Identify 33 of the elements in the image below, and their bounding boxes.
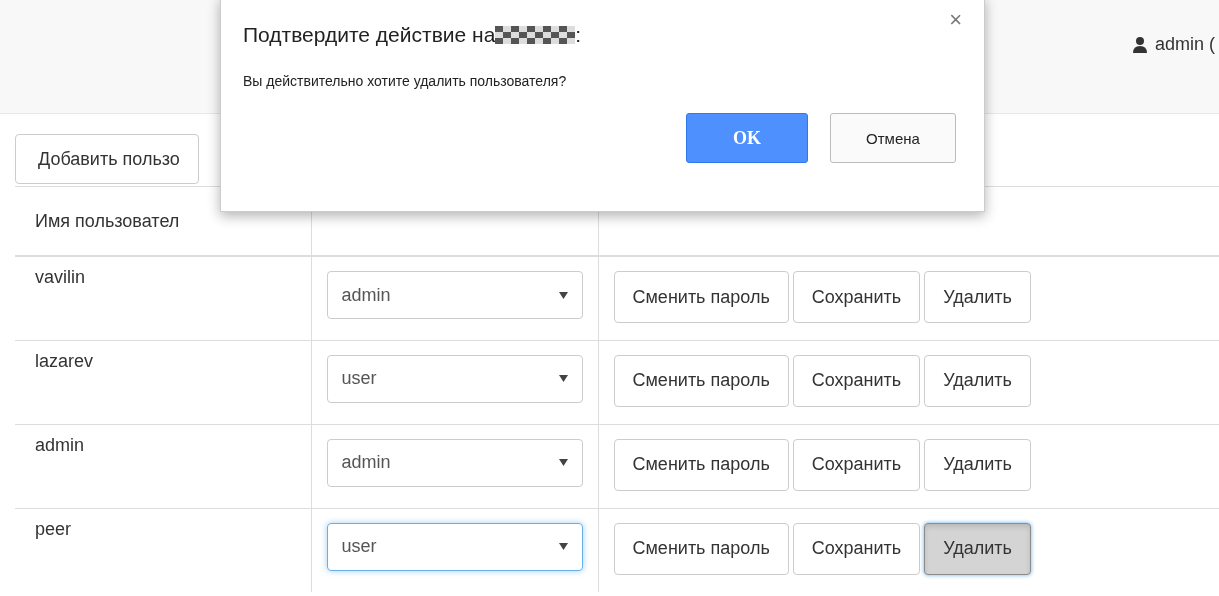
dropdown-caret-icon [558, 375, 568, 382]
action-button[interactable]: Удалить [924, 522, 1031, 575]
user-name-cell: peer [35, 518, 72, 539]
dropdown-caret-icon [558, 543, 568, 550]
dropdown-caret-icon [558, 459, 568, 466]
user-icon [1132, 36, 1147, 53]
action-button[interactable]: Удалить [924, 438, 1031, 491]
user-name-cell: vavilin [35, 267, 86, 287]
dialog-message: Вы действительно хотите удалить пользователя? [243, 73, 568, 89]
role-select[interactable]: user [326, 354, 583, 403]
action-button[interactable]: Сменить пароль [613, 354, 789, 407]
add-user-button[interactable]: Добавить пользо [15, 134, 199, 184]
user-name-cell: admin [35, 434, 85, 455]
title-colon: : [575, 23, 582, 47]
user-name-cell: lazarev [35, 350, 94, 371]
action-button[interactable]: Удалить [924, 271, 1031, 323]
cancel-button[interactable]: Отмена [830, 113, 956, 163]
column-header: Имя пользовател [35, 210, 180, 231]
action-button[interactable]: Сменить пароль [613, 438, 789, 491]
action-button[interactable]: Сохранить [792, 354, 921, 407]
dropdown-caret-icon [558, 291, 568, 299]
user-name[interactable]: admin ( [1154, 34, 1215, 55]
dialog-title: Подтвердите действие на [243, 23, 496, 47]
role-select[interactable]: admin [326, 438, 583, 487]
close-button[interactable]: × [945, 7, 966, 33]
action-button[interactable]: Сменить пароль [613, 522, 789, 575]
role-select[interactable]: user [326, 522, 583, 571]
action-button[interactable]: Сохранить [792, 438, 921, 491]
action-button[interactable]: Сохранить [792, 522, 921, 575]
action-button[interactable]: Сменить пароль [613, 271, 789, 323]
action-button[interactable]: Сохранить [792, 271, 921, 323]
action-button[interactable]: Удалить [924, 354, 1031, 407]
role-select[interactable]: admin [326, 271, 583, 319]
